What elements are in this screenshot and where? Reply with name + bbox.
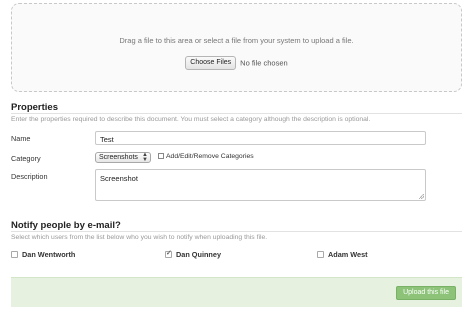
user-checkbox[interactable] <box>317 251 324 258</box>
user-checkbox-checked[interactable] <box>165 249 172 258</box>
user-name: Dan Wentworth <box>22 250 76 259</box>
user-name: Adam West <box>328 250 368 259</box>
user-checkbox[interactable] <box>11 251 18 258</box>
name-input[interactable]: Test <box>95 131 426 145</box>
description-label: Description <box>11 172 48 181</box>
user-option-dan-wentworth[interactable]: Dan Wentworth <box>11 250 75 259</box>
select-arrows-icon: ▲ ▼ <box>142 152 148 163</box>
dropzone-instructions: Drag a file to this area or select a fil… <box>119 36 354 45</box>
form-footer: Upload this file <box>11 277 462 307</box>
notify-heading: Notify people by e-mail? <box>11 220 121 231</box>
user-option-adam-west[interactable]: Adam West <box>317 250 368 259</box>
user-name: Dan Quinney <box>176 250 222 259</box>
category-selected-value: Screenshots <box>99 154 138 161</box>
notify-help-text: Select which users from the list below w… <box>11 234 268 241</box>
notify-divider <box>11 231 462 232</box>
properties-divider <box>11 113 462 114</box>
resize-handle-icon[interactable] <box>419 194 424 199</box>
description-value: Screenshot <box>100 174 138 183</box>
file-dropzone[interactable]: Drag a file to this area or select a fil… <box>11 3 462 92</box>
add-edit-categories-label: Add/Edit/Remove Categories <box>166 153 254 160</box>
category-label: Category <box>11 154 41 163</box>
name-label: Name <box>11 134 31 143</box>
add-edit-categories-link[interactable]: Add/Edit/Remove Categories <box>158 153 254 160</box>
category-select[interactable]: Screenshots ▲ ▼ <box>95 152 151 163</box>
user-option-dan-quinney[interactable]: Dan Quinney <box>165 249 222 259</box>
upload-file-button[interactable]: Upload this file <box>396 286 456 300</box>
file-picker: Choose Files No file chosen <box>12 56 461 70</box>
properties-heading: Properties <box>11 102 58 113</box>
no-file-label: No file chosen <box>240 58 288 68</box>
description-textarea[interactable]: Screenshot <box>95 169 426 201</box>
edit-icon <box>158 153 164 159</box>
properties-help-text: Enter the properties required to describ… <box>11 116 371 123</box>
choose-files-button[interactable]: Choose Files <box>185 56 237 70</box>
